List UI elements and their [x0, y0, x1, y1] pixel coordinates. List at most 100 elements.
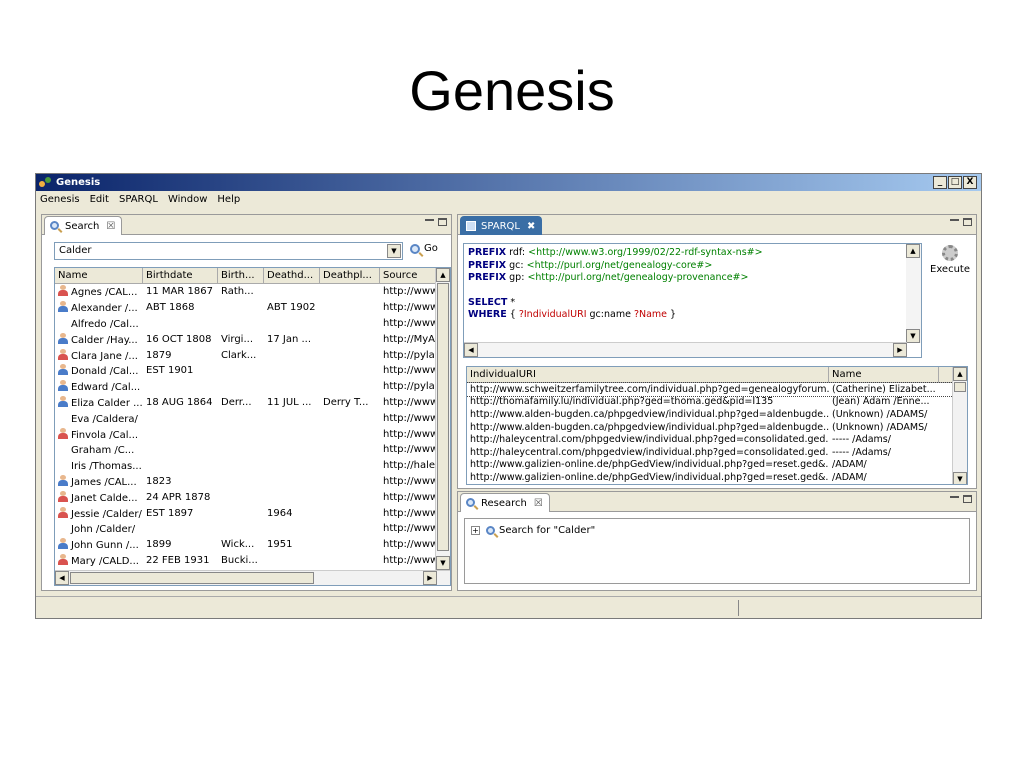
table-row[interactable]: Jessie /Calder/EST 1897 1964 http://www — [55, 505, 450, 521]
sparql-tab-bar: SPARQL ✖ — [458, 215, 976, 235]
editor-vertical-scrollbar[interactable]: ▲ ▼ — [906, 244, 921, 343]
menu-bar: Genesis Edit SPARQL Window Help — [36, 191, 981, 207]
prefix-uri: <http://purl.org/net/genealogy-provenanc… — [527, 272, 749, 283]
table-row[interactable]: Eliza Calder ... 18 AUG 1864 Derr... 11 JUL… — [55, 395, 450, 411]
maximize-button[interactable]: □ — [948, 176, 962, 189]
scroll-up-icon[interactable]: ▲ — [906, 244, 920, 258]
horizontal-scrollbar[interactable]: ◀ ▶ — [55, 570, 450, 585]
tab-search[interactable]: Search ☒ — [44, 216, 123, 235]
col-deathplace[interactable]: Deathpl... — [320, 268, 380, 283]
result-row[interactable]: http://haleycentral.com/phpgedview/indiv… — [467, 446, 967, 459]
menu-window[interactable]: Window — [168, 194, 207, 205]
tree-item[interactable]: + Search for "Calder" — [471, 525, 595, 536]
menu-genesis[interactable]: Genesis — [40, 194, 80, 205]
table-row[interactable]: Eva /Caldera/http://www — [55, 410, 450, 426]
table-row[interactable]: Calder /Hay... 16 OCT 1808 Virgi... 17 Jan … — [55, 331, 450, 347]
tab-close-icon[interactable]: ✖ — [527, 221, 535, 232]
search-input-value: Calder — [59, 245, 92, 256]
result-row[interactable]: http://www.schweitzerfamilytree.com/indi… — [467, 382, 967, 397]
go-button[interactable]: Go — [410, 243, 438, 254]
result-row[interactable]: http://www.galizien-online.de/phpGedView… — [467, 459, 967, 472]
table-row[interactable]: James /CAL... 1823 http://www — [55, 474, 450, 490]
table-row[interactable]: Edward /Cal... http://pylar — [55, 379, 450, 395]
result-row[interactable]: http://www.alden-bugden.ca/phpgedview/in… — [467, 408, 967, 421]
scroll-thumb[interactable] — [954, 382, 966, 392]
tab-search-label: Search — [65, 220, 100, 232]
minimize-button[interactable]: _ — [933, 176, 947, 189]
scroll-left-icon[interactable]: ◀ — [55, 571, 69, 585]
table-row[interactable]: Janet Calde... 24 APR 1878 http://www — [55, 489, 450, 505]
scroll-down-icon[interactable]: ▼ — [436, 556, 450, 570]
tab-close-icon[interactable]: ☒ — [106, 221, 115, 232]
maximize-view-icon[interactable] — [963, 495, 972, 503]
sparql-query-editor[interactable]: PREFIX rdf: <http://www.w3.org/1999/02/2… — [463, 243, 922, 358]
col-source[interactable]: Source — [380, 268, 437, 283]
maximize-view-icon[interactable] — [438, 218, 447, 226]
scroll-down-icon[interactable]: ▼ — [953, 472, 967, 484]
table-row[interactable]: Alfredo /Cal... http://www — [55, 316, 450, 332]
vertical-scrollbar[interactable]: ▲ ▼ — [435, 268, 450, 570]
table-row[interactable]: Donald /Cal... EST 1901 http://www — [55, 363, 450, 379]
col-name[interactable]: Name — [55, 268, 143, 283]
table-cell: ABT 1868 — [143, 302, 218, 313]
tab-close-icon[interactable]: ☒ — [534, 498, 543, 509]
menu-edit[interactable]: Edit — [90, 194, 109, 205]
table-row[interactable]: Clara Jane /... 1879 Clark... http://pylar — [55, 347, 450, 363]
result-row[interactable]: http://haleycentral.com/phpgedview/indiv… — [467, 433, 967, 446]
prefix-keyword: PREFIX — [468, 259, 507, 271]
scroll-down-icon[interactable]: ▼ — [906, 329, 920, 343]
results-vertical-scrollbar[interactable]: ▲ ▼ — [952, 367, 967, 484]
sparql-panel: SPARQL ✖ PREFIX rdf: <http://www.w3.org/… — [457, 214, 977, 489]
scroll-up-icon[interactable]: ▲ — [436, 268, 450, 282]
table-row[interactable]: Mary /CALD... 22 FEB 1931 Bucki... http://w… — [55, 553, 450, 569]
prefix-name: gp: — [506, 272, 528, 283]
search-input[interactable]: Calder ▼ — [54, 242, 403, 260]
col-name[interactable]: Name — [829, 367, 939, 382]
cell-text: James /CAL... — [71, 476, 137, 488]
menu-sparql[interactable]: SPARQL — [119, 194, 158, 205]
chevron-down-icon[interactable]: ▼ — [387, 244, 401, 258]
scroll-left-icon[interactable]: ◀ — [464, 343, 478, 357]
execute-button[interactable]: Execute — [930, 245, 970, 275]
tab-research[interactable]: Research ☒ — [460, 493, 550, 512]
scroll-thumb[interactable] — [437, 283, 449, 551]
cell-text: http://www — [383, 396, 437, 408]
tree-item-label: Search for "Calder" — [499, 525, 596, 536]
table-cell: 11 JUL ... — [264, 397, 320, 408]
minimize-view-icon[interactable] — [950, 219, 959, 221]
result-row[interactable]: http://www.alden-bugden.ca/phpgedview/in… — [467, 421, 967, 434]
maximize-view-icon[interactable] — [963, 218, 972, 226]
table-cell: http://www — [380, 508, 437, 519]
prefix-lines: PREFIX rdf: <http://www.w3.org/1999/02/2… — [468, 247, 917, 285]
cell-text: Derr... — [221, 396, 252, 408]
col-individual-uri[interactable]: IndividualURI — [467, 367, 829, 382]
table-row[interactable]: Finvola /Cal... http://www — [55, 426, 450, 442]
cell-text: 16 OCT 1808 — [146, 333, 212, 345]
table-row[interactable]: Graham /C... http://www — [55, 442, 450, 458]
table-row[interactable]: John Gunn /... 1899 Wick... 1951 http://www — [55, 537, 450, 553]
scroll-thumb-horizontal[interactable] — [70, 572, 314, 584]
cell-text: http://www — [383, 475, 437, 487]
tab-sparql[interactable]: SPARQL ✖ — [460, 216, 543, 235]
scroll-right-icon[interactable]: ▶ — [893, 343, 907, 357]
col-birthplace[interactable]: Birth... — [218, 268, 264, 283]
title-bar[interactable]: Genesis _ □ X — [36, 174, 981, 191]
minimize-view-icon[interactable] — [950, 496, 959, 498]
col-deathdate[interactable]: Deathd... — [264, 268, 320, 283]
table-row[interactable]: Agnes /CAL... 11 MAR 1867 Rath... http://ww… — [55, 284, 450, 300]
table-cell: 18 AUG 1864 — [143, 397, 218, 408]
expand-icon[interactable]: + — [471, 526, 480, 535]
scroll-up-icon[interactable]: ▲ — [953, 367, 967, 381]
result-row[interactable]: http://thomafamily.lu/individual.php?ged… — [467, 396, 967, 409]
close-button[interactable]: X — [963, 176, 977, 189]
minimize-view-icon[interactable] — [425, 219, 434, 221]
table-row[interactable]: Iris /Thomas... http://haley — [55, 458, 450, 474]
result-row[interactable]: http://www.galizien-online.de/phpGedView… — [467, 471, 967, 484]
scroll-right-icon[interactable]: ▶ — [423, 571, 437, 585]
col-birthdate[interactable]: Birthdate — [143, 268, 218, 283]
table-row[interactable]: Alexander /... ABT 1868 ABT 1902 http://www — [55, 300, 450, 316]
menu-help[interactable]: Help — [217, 194, 240, 205]
table-row[interactable]: John /Calder/http://www — [55, 521, 450, 537]
editor-horizontal-scrollbar[interactable]: ◀ ▶ — [464, 342, 907, 357]
cell-text: Bucki... — [221, 554, 258, 566]
